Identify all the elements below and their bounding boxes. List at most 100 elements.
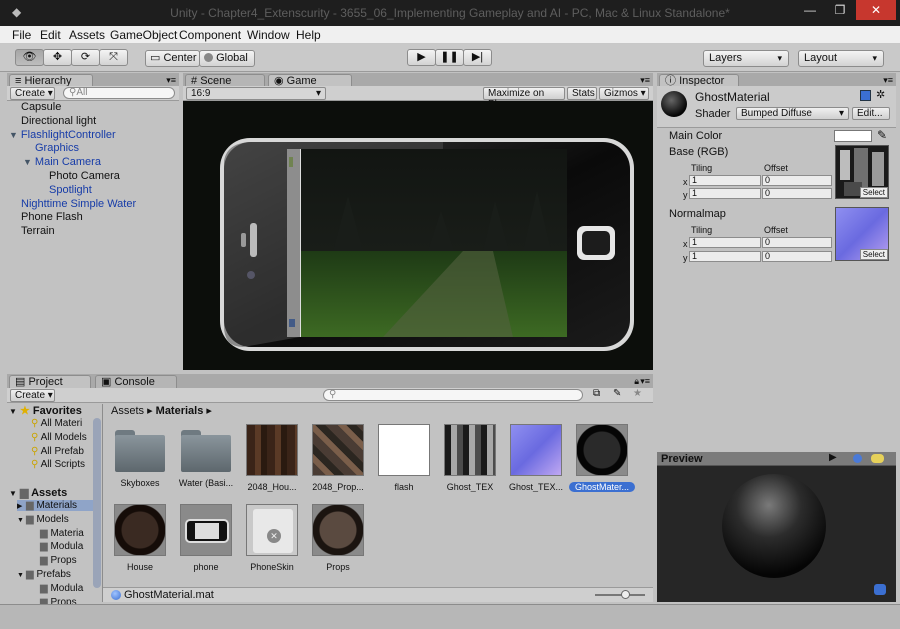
hierarchy-item[interactable]: ▼ Main Camera xyxy=(23,156,101,168)
play-button[interactable]: ▶ xyxy=(407,49,436,66)
space-toggle-button[interactable]: Global xyxy=(199,50,255,67)
menu-window[interactable]: Window xyxy=(247,28,290,42)
eyedropper-icon[interactable]: ✎ xyxy=(877,128,887,142)
favorites-header[interactable]: ▼ ★ Favorites xyxy=(9,404,82,417)
base-texture-slot[interactable]: Select xyxy=(835,145,889,199)
menu-edit[interactable]: Edit xyxy=(40,28,61,42)
asset-item[interactable]: Skyboxes xyxy=(107,424,173,488)
move-tool-button[interactable]: ✥ xyxy=(43,49,72,66)
asset-item[interactable]: Ghost_TEX... xyxy=(503,424,569,492)
help-book-icon[interactable] xyxy=(860,90,871,101)
panel-menu-icon[interactable]: ▾≡ xyxy=(640,376,650,387)
tree-item[interactable]: ▆ Modula xyxy=(31,583,83,594)
layout-dropdown[interactable]: Layout xyxy=(798,50,884,67)
view-tool-button[interactable]: 👁 xyxy=(15,49,44,66)
asset-item[interactable]: Props xyxy=(305,504,371,572)
rotate-tool-button[interactable]: ⟳ xyxy=(71,49,100,66)
asset-item[interactable]: Water (Basi... xyxy=(173,424,239,488)
asset-item[interactable]: phone xyxy=(173,504,239,572)
hierarchy-item[interactable]: Directional light xyxy=(21,115,96,127)
favorite-star-icon[interactable]: ★ xyxy=(633,388,642,399)
tree-scrollbar[interactable] xyxy=(93,418,101,588)
maximize-button[interactable]: ❐ xyxy=(826,0,854,20)
project-create-button[interactable]: Create ▾ xyxy=(10,389,55,402)
norm-tiling-y-field[interactable]: 1 xyxy=(689,251,761,262)
breadcrumb-assets[interactable]: Assets xyxy=(111,405,144,417)
favorite-item[interactable]: ⚲ All Scripts xyxy=(31,459,85,470)
hierarchy-item[interactable]: Graphics xyxy=(35,142,79,154)
base-offset-x-field[interactable]: 0 xyxy=(762,175,832,186)
maximize-on-play-toggle[interactable]: Maximize on Play xyxy=(483,87,565,110)
scale-tool-button[interactable]: ⤧ xyxy=(99,49,128,66)
main-color-swatch[interactable] xyxy=(834,130,872,142)
pivot-toggle-button[interactable]: ▭ Center xyxy=(145,50,200,67)
tree-item[interactable]: ▶ ▆ Materials xyxy=(17,500,93,511)
menu-file[interactable]: File xyxy=(12,28,31,42)
hierarchy-item[interactable]: Capsule xyxy=(21,101,61,113)
hierarchy-item[interactable]: Photo Camera xyxy=(49,170,120,182)
zoom-slider-thumb[interactable] xyxy=(621,590,630,599)
minimize-button[interactable]: — xyxy=(796,0,824,20)
expand-arrow-icon[interactable]: ▼ xyxy=(23,157,32,167)
layers-dropdown[interactable]: Layers xyxy=(703,50,789,67)
filter-type-icon[interactable]: ⧉ xyxy=(593,388,600,399)
menu-assets[interactable]: Assets xyxy=(69,28,105,42)
zoom-slider[interactable] xyxy=(595,594,645,596)
favorite-item[interactable]: ⚲ All Models xyxy=(31,432,87,443)
hierarchy-search-input[interactable]: ⚲All xyxy=(63,87,175,99)
asset-item[interactable]: flash xyxy=(371,424,437,492)
asset-item[interactable]: ✕ PhoneSkin xyxy=(239,504,305,572)
panel-menu-icon[interactable]: ▾≡ xyxy=(883,75,893,86)
stats-toggle[interactable]: Stats xyxy=(567,87,597,100)
gizmos-dropdown[interactable]: Gizmos ▾ xyxy=(599,87,649,100)
expand-arrow-icon[interactable]: ▶ xyxy=(17,502,26,510)
tree-item[interactable]: ▼ ▆ Prefabs xyxy=(17,569,71,580)
step-button[interactable]: ▶| xyxy=(463,49,492,66)
expand-arrow-icon[interactable]: ▼ xyxy=(17,517,26,524)
tree-item[interactable]: ▆ Props xyxy=(31,555,77,566)
tree-item[interactable]: ▆ Materia xyxy=(31,528,84,539)
aspect-dropdown[interactable]: 16:9 ▾ xyxy=(186,87,326,100)
normalmap-texture-slot[interactable]: Select xyxy=(835,207,889,261)
tree-item[interactable]: ▼ ▆ Models xyxy=(17,514,69,525)
filter-label-icon[interactable]: ✎ xyxy=(613,388,621,399)
gear-icon[interactable]: ✲ xyxy=(876,88,885,101)
preview-sphere-icon[interactable] xyxy=(853,454,862,463)
tree-item[interactable]: ▆ Modula xyxy=(31,541,83,552)
favorite-item[interactable]: ⚲ All Prefab xyxy=(31,446,84,457)
menu-component[interactable]: Component xyxy=(179,28,241,42)
menu-gameobject[interactable]: GameObject xyxy=(110,28,177,42)
base-select-button[interactable]: Select xyxy=(859,187,888,198)
panel-menu-icon[interactable]: ▾≡ xyxy=(166,75,176,86)
asset-item[interactable]: 2048_Hou... xyxy=(239,424,305,492)
breadcrumb-materials[interactable]: Materials xyxy=(156,405,204,417)
base-tiling-y-field[interactable]: 1 xyxy=(689,188,761,199)
expand-arrow-icon[interactable]: ▼ xyxy=(9,130,18,140)
preview-chat-icon[interactable] xyxy=(874,584,886,595)
base-tiling-x-field[interactable]: 1 xyxy=(689,175,761,186)
close-button[interactable]: ✕ xyxy=(856,0,896,20)
project-search-input[interactable]: ⚲ xyxy=(323,389,583,401)
preview-material-sphere[interactable] xyxy=(722,474,826,578)
asset-item[interactable]: House xyxy=(107,504,173,572)
asset-item[interactable]: Ghost_TEX xyxy=(437,424,503,492)
asset-item[interactable]: 2048_Prop... xyxy=(305,424,371,492)
game-viewport[interactable] xyxy=(183,101,653,370)
shader-dropdown[interactable]: Bumped Diffuse ▾ xyxy=(736,107,849,120)
lock-icon[interactable]: 🔒︎ xyxy=(634,376,639,387)
hierarchy-item[interactable]: Spotlight xyxy=(49,184,92,196)
norm-offset-x-field[interactable]: 0 xyxy=(762,237,832,248)
hierarchy-item[interactable]: Phone Flash xyxy=(21,211,83,223)
assets-header[interactable]: ▼ ▆ Assets xyxy=(9,486,67,499)
hierarchy-item[interactable]: Terrain xyxy=(21,225,55,237)
norm-tiling-x-field[interactable]: 1 xyxy=(689,237,761,248)
preview-play-icon[interactable]: ▶ xyxy=(829,452,837,463)
hierarchy-item[interactable]: Nighttime Simple Water xyxy=(21,198,136,210)
hierarchy-item[interactable]: ▼ FlashlightController xyxy=(9,129,116,141)
edit-shader-button[interactable]: Edit... xyxy=(852,107,890,120)
pause-button[interactable]: ❚❚ xyxy=(435,49,464,66)
preview-light-icon[interactable] xyxy=(871,454,884,463)
create-button[interactable]: Create ▾ xyxy=(10,87,55,100)
base-offset-y-field[interactable]: 0 xyxy=(762,188,832,199)
menu-help[interactable]: Help xyxy=(296,28,321,42)
